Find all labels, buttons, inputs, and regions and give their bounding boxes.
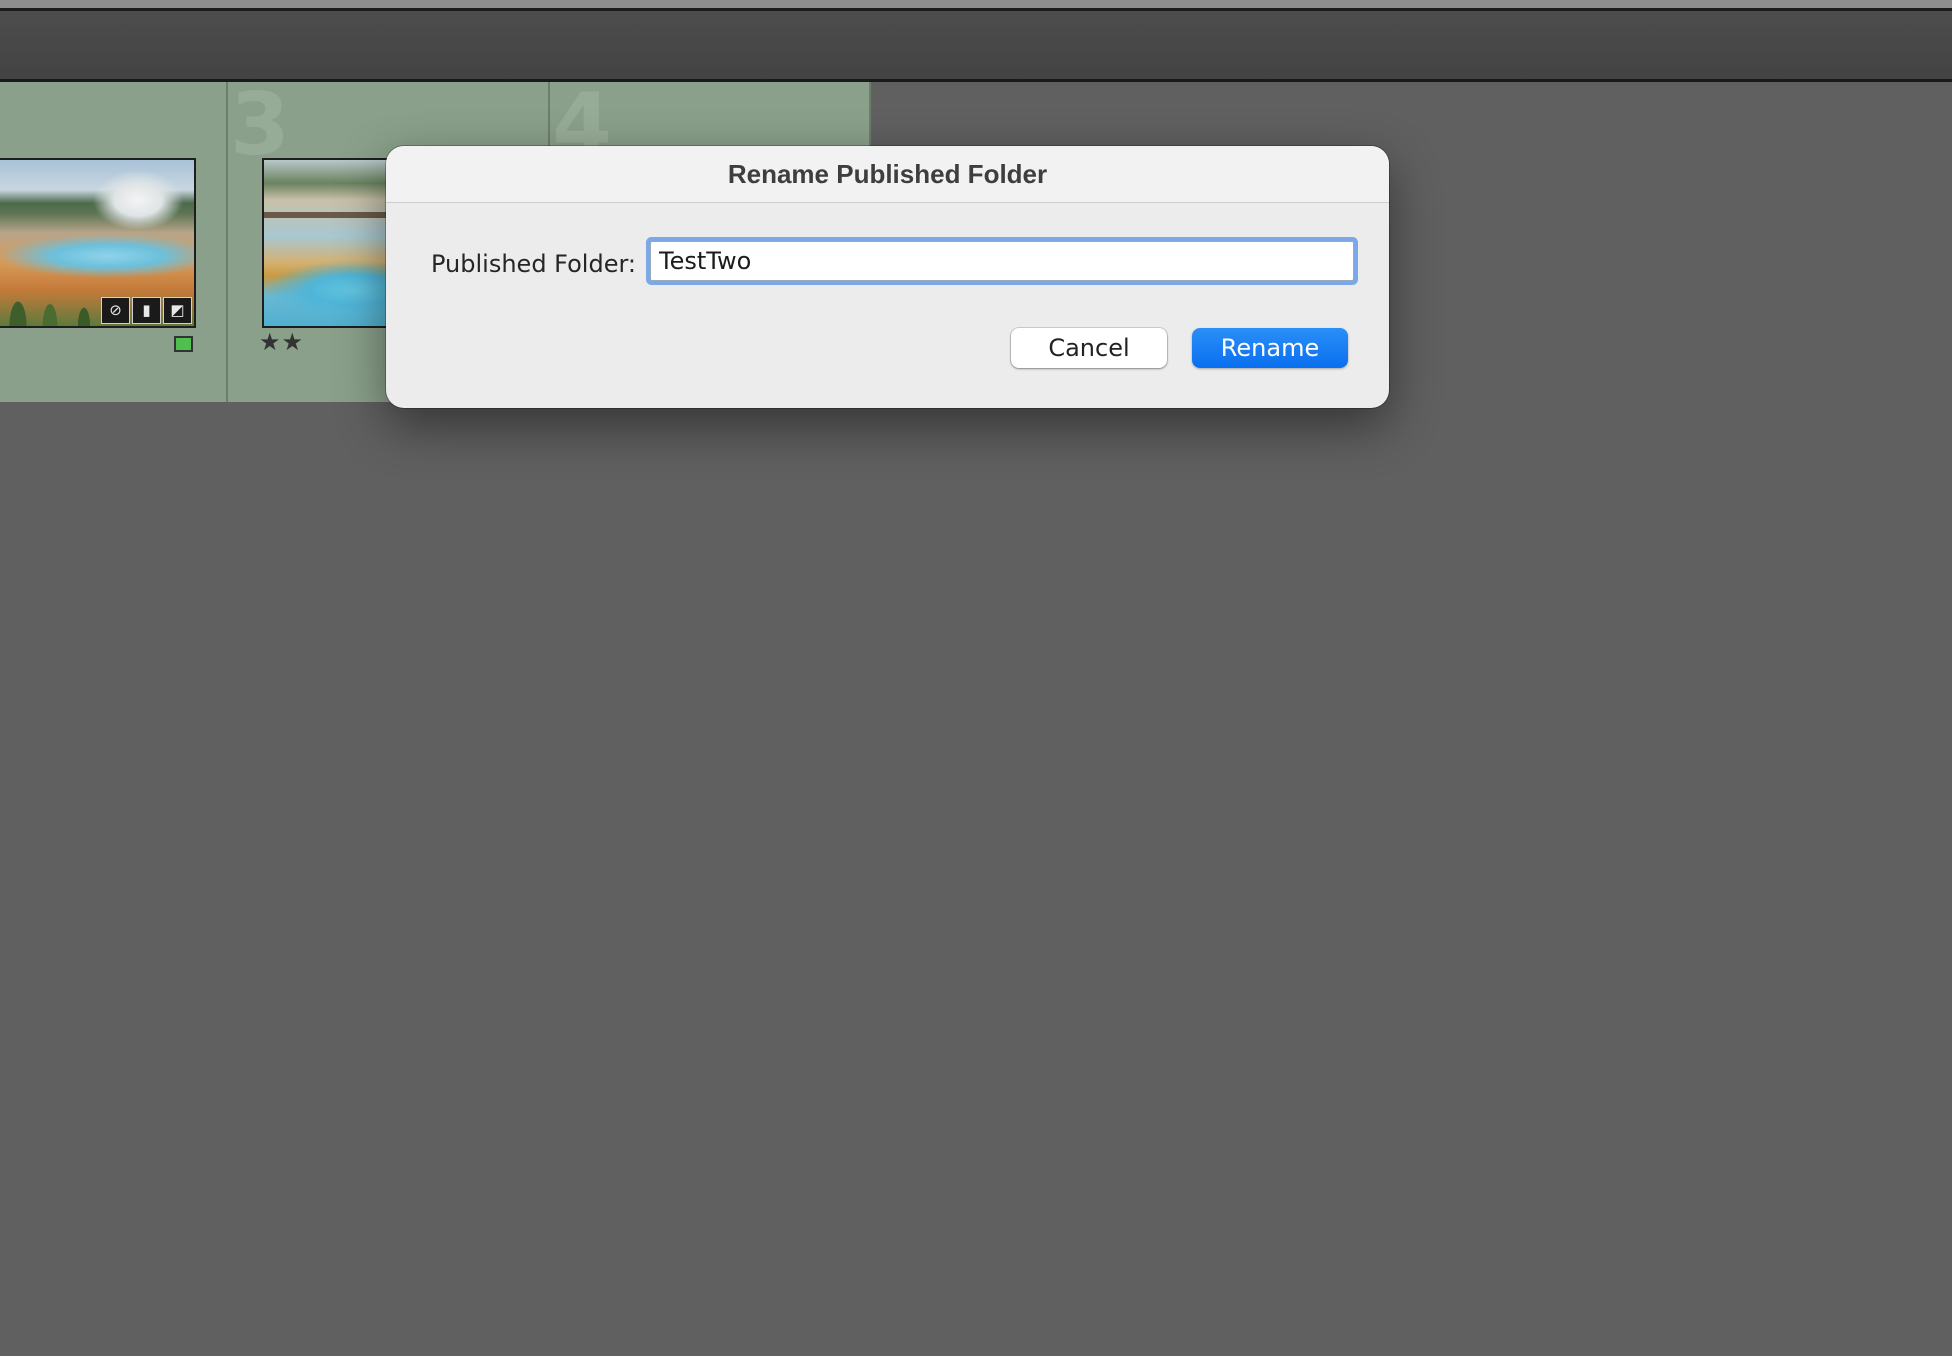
rename-published-folder-dialog: Rename Published Folder Published Folder…: [386, 146, 1389, 408]
cell-index-number: 3: [230, 82, 290, 175]
rename-button[interactable]: Rename: [1192, 328, 1348, 368]
thumbnail-badges: ⊘ ▮ ◩: [101, 297, 192, 324]
tag-icon[interactable]: ⊘: [101, 297, 130, 324]
published-folder-input[interactable]: [650, 241, 1354, 281]
published-folder-label: Published Folder:: [431, 250, 637, 278]
cancel-button[interactable]: Cancel: [1011, 328, 1167, 368]
toolbar: [0, 11, 1952, 82]
dialog-title: Rename Published Folder: [727, 159, 1048, 189]
star-rating[interactable]: ★★: [259, 328, 304, 356]
dialog-header: Rename Published Folder: [386, 146, 1389, 203]
adjust-icon[interactable]: ◩: [163, 297, 192, 324]
comment-icon[interactable]: ▮: [132, 297, 161, 324]
green-color-label[interactable]: [174, 336, 193, 352]
window-top-edge: [0, 0, 1952, 11]
grid-cell[interactable]: ⊘ ▮ ◩: [0, 82, 228, 402]
photo-thumbnail[interactable]: ⊘ ▮ ◩: [0, 158, 196, 328]
